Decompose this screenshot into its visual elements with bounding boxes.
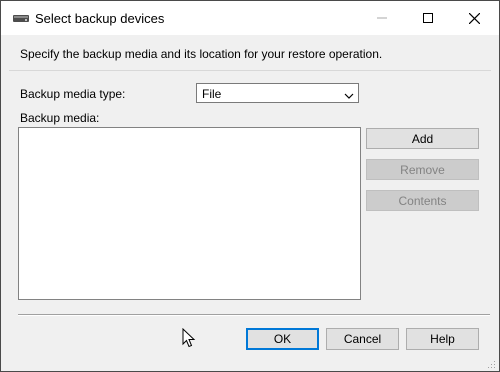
mouse-pointer-icon [182,327,196,348]
maximize-button[interactable] [405,1,451,35]
select-backup-devices-dialog: Select backup devices Specify the backup… [0,0,500,372]
backup-media-label: Backup media: [20,111,100,125]
close-button[interactable] [451,1,497,35]
backup-media-type-select[interactable]: File [196,83,359,103]
title-bar[interactable]: Select backup devices [1,1,499,35]
chevron-down-icon [344,89,354,103]
minimize-icon [377,13,387,23]
instruction-text: Specify the backup media and its locatio… [20,47,383,61]
window-title: Select backup devices [35,11,165,26]
header-divider [9,70,491,71]
backup-media-list[interactable] [18,127,361,300]
backup-media-type-value: File [202,87,222,101]
backup-media-type-label: Backup media type: [20,87,126,101]
maximize-icon [423,13,433,23]
cancel-button[interactable]: Cancel [326,328,399,350]
resize-grip-icon[interactable] [486,358,496,368]
backup-device-icon [13,13,29,23]
minimize-button[interactable] [359,1,405,35]
help-button[interactable]: Help [406,328,479,350]
contents-button[interactable]: Contents [366,190,479,211]
add-button[interactable]: Add [366,128,479,149]
remove-button[interactable]: Remove [366,159,479,180]
close-icon [468,12,480,24]
ok-button[interactable]: OK [246,328,319,350]
footer-divider [18,314,490,316]
